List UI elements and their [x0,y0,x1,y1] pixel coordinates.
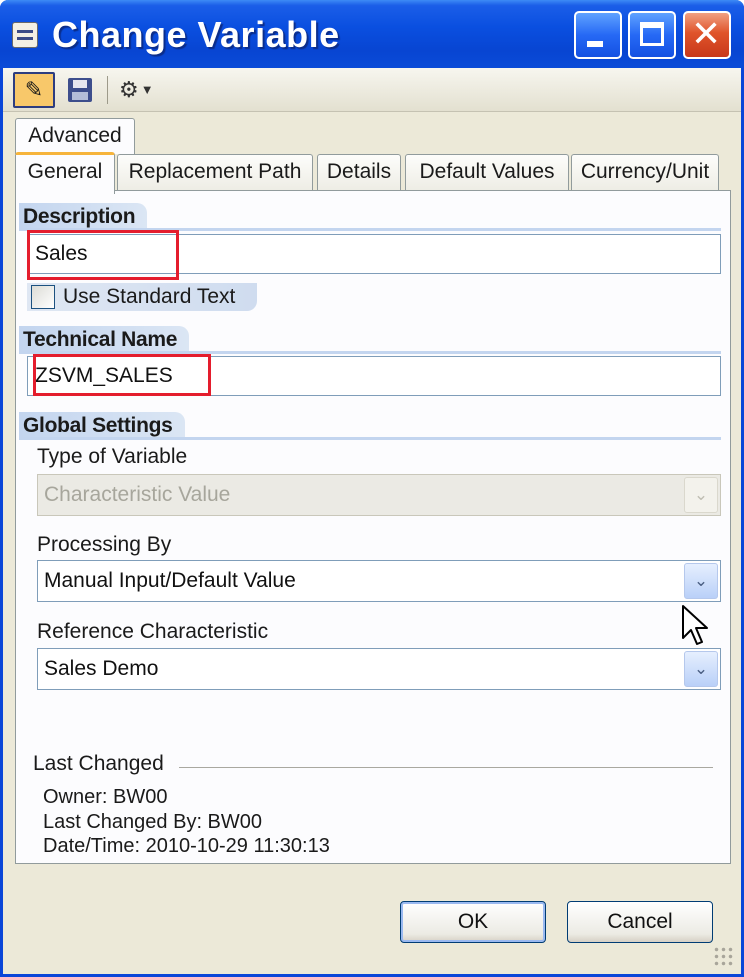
close-icon: ✕ [691,13,722,54]
processing-by-value: Manual Input/Default Value [44,569,296,592]
tab-advanced[interactable]: Advanced [15,118,135,154]
save-button[interactable] [63,72,97,108]
tools-icon: ⚙ [119,77,139,102]
minimize-icon [587,41,603,47]
use-standard-text-row[interactable]: Use Standard Text [27,283,258,311]
tab-details[interactable]: Details [317,154,401,190]
technical-name-heading: Technical Name [19,326,190,354]
maximize-icon [640,22,664,46]
tab-currency-unit[interactable]: Currency/Unit [571,154,719,190]
tab-strip: Advanced General Replacement Path Detail… [3,112,741,194]
processing-by-label: Processing By [37,533,172,556]
tab-general[interactable]: General [15,152,115,194]
type-of-variable-label: Type of Variable [37,445,188,468]
edit-pen-icon: ✎ [24,77,44,102]
global-settings-section-header: Global Settings [19,412,721,440]
chevron-down-icon: ⌄ [684,477,718,513]
date-time-text: Date/Time: 2010-10-29 11:30:13 [43,835,330,857]
toolbar-separator [107,76,108,104]
technical-name-highlight-box [33,354,211,396]
last-changed-rule [179,767,713,768]
cancel-button[interactable]: Cancel [567,901,713,943]
global-settings-heading: Global Settings [19,412,185,440]
section-rule [19,437,721,440]
title-bar[interactable]: Change Variable ✕ [0,0,744,68]
technical-name-section-header: Technical Name [19,326,721,354]
use-standard-text-checkbox[interactable] [31,285,55,309]
window-title: Change Variable [52,14,340,55]
ok-button[interactable]: OK [400,901,546,943]
close-button[interactable]: ✕ [683,11,731,59]
maximize-button[interactable] [628,11,676,59]
tab-replacement-path[interactable]: Replacement Path [117,154,313,190]
type-of-variable-select: Characteristic Value ⌄ [37,474,721,516]
owner-text: Owner: BW00 [43,786,168,808]
tools-menu-button[interactable]: ⚙ ▼ [119,72,181,108]
toolbar: ✎ ⚙ ▼ [3,68,741,112]
window-icon[interactable] [12,22,38,48]
reference-characteristic-label: Reference Characteristic [37,620,269,643]
change-variable-dialog: Change Variable ✕ ✎ ⚙ ▼ Advanced General … [0,0,744,977]
tab-default-values[interactable]: Default Values [405,154,569,190]
reference-characteristic-value: Sales Demo [44,657,159,680]
reference-characteristic-select[interactable]: Sales Demo ⌄ [37,648,721,690]
use-standard-text-label: Use Standard Text [63,285,236,308]
chevron-down-icon[interactable]: ⌄ [684,651,718,687]
save-disk-icon [68,78,92,102]
description-section-header: Description [19,203,721,231]
description-heading: Description [19,203,148,231]
dropdown-arrow-icon: ▼ [140,82,154,97]
mouse-pointer-icon [682,605,708,645]
edit-pen-button[interactable]: ✎ [13,72,55,108]
chevron-down-icon[interactable]: ⌄ [684,563,718,599]
last-changed-by-text: Last Changed By: BW00 [43,811,263,833]
type-of-variable-value: Characteristic Value [44,483,231,506]
minimize-button[interactable] [574,11,622,59]
last-changed-heading: Last Changed [33,752,164,775]
processing-by-select[interactable]: Manual Input/Default Value ⌄ [37,560,721,602]
description-highlight-box [27,230,179,280]
resize-grip[interactable] [713,946,735,968]
